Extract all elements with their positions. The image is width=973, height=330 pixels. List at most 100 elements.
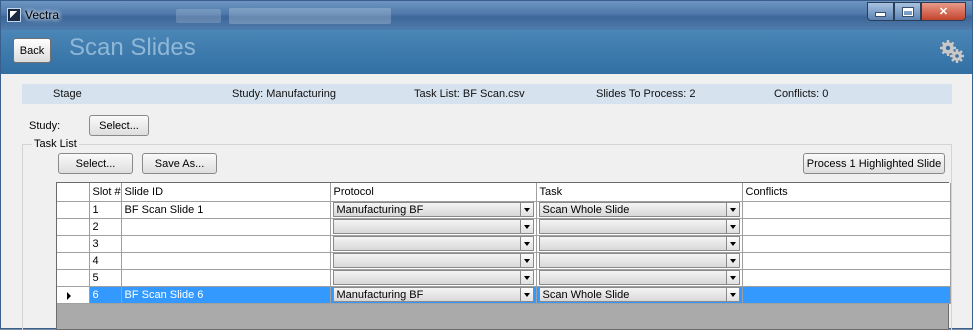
- task-cell[interactable]: [536, 252, 743, 270]
- taskbar-blur-area: [229, 8, 391, 24]
- table-header-row: Slot # Slide ID Protocol Task Conflicts: [57, 183, 951, 202]
- dropdown-arrow-icon[interactable]: [725, 203, 739, 216]
- row-header[interactable]: [57, 218, 90, 236]
- conflicts-cell: [742, 218, 951, 236]
- task-dropdown[interactable]: Scan Whole Slide: [538, 287, 740, 302]
- protocol-dropdown[interactable]: Manufacturing BF: [332, 287, 534, 302]
- window-controls: ✕: [867, 2, 966, 21]
- row-header[interactable]: [57, 286, 90, 304]
- task-cell[interactable]: [536, 218, 743, 236]
- study-select-button[interactable]: Select...: [89, 115, 149, 136]
- page-header: Back Scan Slides: [1, 30, 972, 74]
- vectra-app-icon: [7, 8, 21, 22]
- task-list-select-button[interactable]: Select...: [58, 153, 133, 174]
- protocol-cell[interactable]: [330, 218, 537, 236]
- row-header[interactable]: [57, 235, 90, 253]
- window-title: Vectra: [25, 8, 60, 22]
- column-header-conflicts[interactable]: Conflicts: [742, 183, 951, 202]
- slot-cell[interactable]: 2: [89, 218, 122, 236]
- slide-id-cell[interactable]: [121, 252, 331, 270]
- slide-id-cell[interactable]: [121, 269, 331, 287]
- conflicts-cell: [742, 252, 951, 270]
- protocol-dropdown[interactable]: [332, 253, 534, 268]
- slot-cell[interactable]: 5: [89, 269, 122, 287]
- study-status: Study: Manufacturing: [232, 88, 336, 100]
- task-list-label: Task List: [32, 138, 79, 150]
- slide-id-cell[interactable]: BF Scan Slide 6: [121, 286, 331, 304]
- minimize-button[interactable]: [867, 2, 894, 21]
- table-row[interactable]: 5: [57, 269, 951, 287]
- table-row[interactable]: 3: [57, 235, 951, 253]
- column-header-slide-id[interactable]: Slide ID: [121, 183, 331, 202]
- slot-cell[interactable]: 4: [89, 252, 122, 270]
- settings-gear-icon[interactable]: [938, 38, 966, 66]
- slides-to-process-status: Slides To Process: 2: [596, 88, 696, 100]
- conflicts-cell: [742, 235, 951, 253]
- conflicts-cell: [742, 201, 951, 219]
- row-header[interactable]: [57, 269, 90, 287]
- maximize-button[interactable]: [894, 2, 921, 21]
- protocol-cell[interactable]: [330, 269, 537, 287]
- table-row[interactable]: 4: [57, 252, 951, 270]
- slide-id-cell[interactable]: BF Scan Slide 1: [121, 201, 331, 219]
- column-header-slot[interactable]: Slot #: [89, 183, 122, 202]
- task-dropdown[interactable]: [538, 270, 740, 285]
- protocol-dropdown[interactable]: [332, 236, 534, 251]
- task-value: Scan Whole Slide: [542, 204, 630, 216]
- task-table: Slot # Slide ID Protocol Task Conflicts …: [57, 183, 951, 304]
- stage-label: Stage: [53, 88, 82, 100]
- dropdown-arrow-icon[interactable]: [725, 271, 739, 284]
- protocol-cell[interactable]: Manufacturing BF: [330, 286, 537, 304]
- app-window: Vectra ✕ Back Scan Slides Stage Study: M…: [0, 0, 973, 330]
- dropdown-arrow-icon[interactable]: [519, 203, 533, 216]
- process-highlighted-slide-button[interactable]: Process 1 Highlighted Slide: [803, 153, 945, 174]
- slot-cell[interactable]: 6: [89, 286, 122, 304]
- slot-cell[interactable]: 3: [89, 235, 122, 253]
- protocol-dropdown[interactable]: Manufacturing BF: [332, 202, 534, 217]
- column-header-protocol[interactable]: Protocol: [330, 183, 537, 202]
- task-dropdown[interactable]: [538, 253, 740, 268]
- task-cell[interactable]: [536, 235, 743, 253]
- title-bar[interactable]: Vectra ✕: [1, 1, 972, 30]
- dropdown-arrow-icon[interactable]: [725, 237, 739, 250]
- dropdown-arrow-icon[interactable]: [725, 254, 739, 267]
- protocol-value: Manufacturing BF: [336, 204, 424, 216]
- row-header[interactable]: [57, 252, 90, 270]
- task-dropdown[interactable]: [538, 219, 740, 234]
- study-label: Study:: [29, 120, 61, 132]
- dropdown-arrow-icon[interactable]: [725, 220, 739, 233]
- slide-id-cell[interactable]: [121, 218, 331, 236]
- table-body: 1 BF Scan Slide 1 Manufacturing BF Scan Who…: [57, 201, 951, 304]
- task-dropdown[interactable]: [538, 236, 740, 251]
- back-button[interactable]: Back: [13, 38, 51, 63]
- table-row[interactable]: 6 BF Scan Slide 6 Manufacturing BF Scan Who…: [57, 286, 951, 304]
- close-button[interactable]: ✕: [921, 2, 966, 21]
- row-header-corner: [57, 183, 90, 202]
- task-cell[interactable]: [536, 269, 743, 287]
- row-header[interactable]: [57, 201, 90, 219]
- task-cell[interactable]: Scan Whole Slide: [536, 286, 743, 304]
- protocol-dropdown[interactable]: [332, 270, 534, 285]
- dropdown-arrow-icon[interactable]: [519, 271, 533, 284]
- protocol-cell[interactable]: [330, 235, 537, 253]
- protocol-dropdown[interactable]: [332, 219, 534, 234]
- task-dropdown[interactable]: Scan Whole Slide: [538, 202, 740, 217]
- conflicts-cell: [742, 286, 951, 304]
- slot-cell[interactable]: 1: [89, 201, 122, 219]
- dropdown-arrow-icon[interactable]: [519, 254, 533, 267]
- dropdown-arrow-icon[interactable]: [519, 288, 533, 301]
- table-row[interactable]: 2: [57, 218, 951, 236]
- dropdown-arrow-icon[interactable]: [519, 220, 533, 233]
- slide-id-cell[interactable]: [121, 235, 331, 253]
- protocol-cell[interactable]: Manufacturing BF: [330, 201, 537, 219]
- protocol-cell[interactable]: [330, 252, 537, 270]
- dropdown-arrow-icon[interactable]: [519, 237, 533, 250]
- task-grid[interactable]: Slot # Slide ID Protocol Task Conflicts …: [56, 182, 951, 330]
- conflicts-cell: [742, 269, 951, 287]
- column-header-task[interactable]: Task: [536, 183, 743, 202]
- dropdown-arrow-icon[interactable]: [725, 288, 739, 301]
- save-as-button[interactable]: Save As...: [142, 153, 217, 174]
- current-row-arrow-icon: [67, 291, 71, 300]
- table-row[interactable]: 1 BF Scan Slide 1 Manufacturing BF Scan Who…: [57, 201, 951, 219]
- task-cell[interactable]: Scan Whole Slide: [536, 201, 743, 219]
